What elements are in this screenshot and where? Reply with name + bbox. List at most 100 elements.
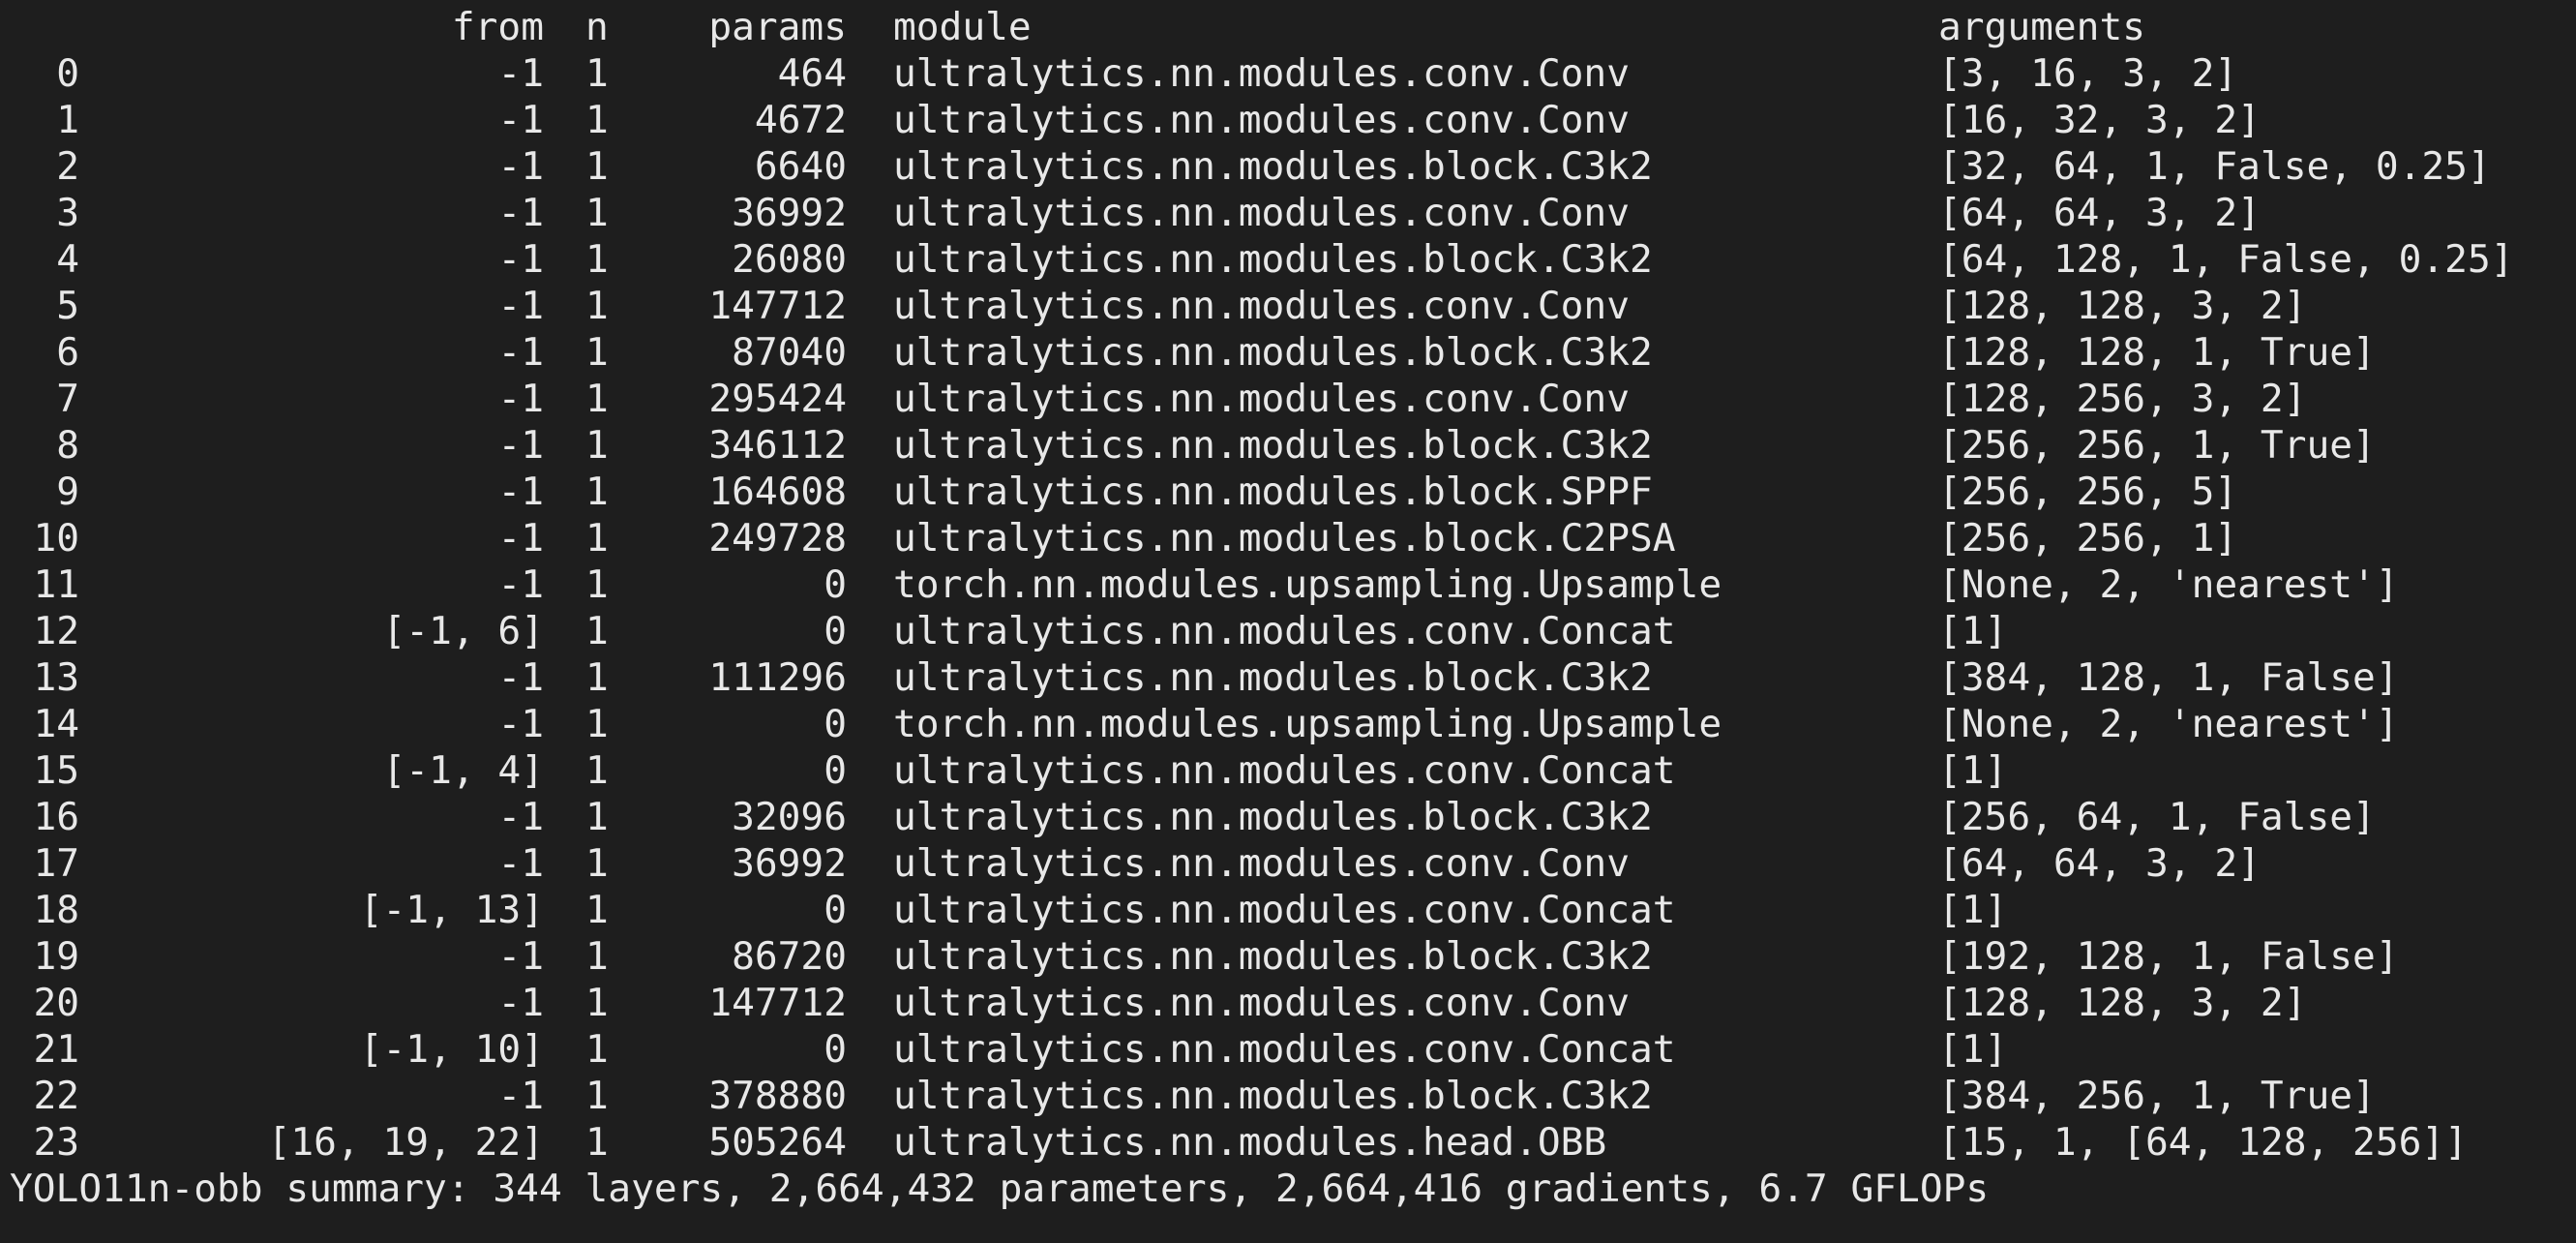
- table-row: 0 -1 1 464 ultralytics.nn.modules.conv.Conv […: [0, 50, 2576, 97]
- layer-index: 18: [33, 888, 79, 932]
- model-summary: YOLO11n-obb summary: 344 layers, 2,664,4…: [10, 1167, 1990, 1211]
- layer-module: ultralytics.nn.modules.conv.Concat: [893, 748, 1676, 793]
- layer-n: 1: [585, 516, 609, 561]
- layer-arguments: [128, 128, 1, True]: [1938, 330, 2376, 375]
- layer-params: 87040: [732, 330, 847, 375]
- layer-arguments: [64, 64, 3, 2]: [1938, 841, 2261, 886]
- layer-module: ultralytics.nn.modules.block.SPPF: [893, 470, 1653, 514]
- layer-from: -1: [497, 934, 544, 979]
- layer-from: -1: [497, 423, 544, 468]
- layer-module: ultralytics.nn.modules.block.C3k2: [893, 934, 1653, 979]
- table-row: 11 -1 1 0 torch.nn.modules.upsampling.Upsamp…: [0, 561, 2576, 608]
- layer-module: ultralytics.nn.modules.conv.Conv: [893, 51, 1630, 96]
- layer-index: 17: [33, 841, 79, 886]
- table-row: 12 [-1, 6] 1 0 ultralytics.nn.modules.conv.C…: [0, 608, 2576, 654]
- layer-module: ultralytics.nn.modules.conv.Concat: [893, 888, 1676, 932]
- layer-from: -1: [497, 144, 544, 189]
- layer-index: 0: [56, 51, 79, 96]
- layer-n: 1: [585, 795, 609, 839]
- table-row: 23 [16, 19, 22] 1 505264 ultralytics.nn.modu…: [0, 1119, 2576, 1166]
- layer-module: ultralytics.nn.modules.conv.Conv: [893, 377, 1630, 421]
- layer-arguments: [128, 128, 3, 2]: [1938, 981, 2307, 1025]
- layer-params: 36992: [732, 841, 847, 886]
- layer-params: 164608: [708, 470, 847, 514]
- layer-params: 36992: [732, 191, 847, 235]
- table-row: 5 -1 1 147712 ultralytics.nn.modules.conv.Co…: [0, 283, 2576, 329]
- layer-n: 1: [585, 702, 609, 746]
- layer-index: 16: [33, 795, 79, 839]
- layer-arguments: [None, 2, 'nearest']: [1938, 562, 2399, 607]
- layer-arguments: [128, 128, 3, 2]: [1938, 284, 2307, 328]
- terminal-output[interactable]: from n params module arguments 0 -1 1 464 ul…: [0, 0, 2576, 1243]
- table-row: 19 -1 1 86720 ultralytics.nn.modules.block.C…: [0, 933, 2576, 980]
- layer-index: 11: [33, 562, 79, 607]
- layer-params: 464: [777, 51, 847, 96]
- header-module: module: [893, 5, 1032, 49]
- table-row: 16 -1 1 32096 ultralytics.nn.modules.block.C…: [0, 794, 2576, 840]
- layer-arguments: [256, 256, 1, True]: [1938, 423, 2376, 468]
- table-row: 2 -1 1 6640 ultralytics.nn.modules.block.C3k…: [0, 143, 2576, 190]
- layer-arguments: [16, 32, 3, 2]: [1938, 98, 2261, 142]
- layer-from: -1: [497, 981, 544, 1025]
- layer-from: -1: [497, 51, 544, 96]
- layer-params: 295424: [708, 377, 847, 421]
- layer-params: 32096: [732, 795, 847, 839]
- layer-module: ultralytics.nn.modules.block.C3k2: [893, 144, 1653, 189]
- layer-params: 0: [824, 748, 847, 793]
- layer-params: 249728: [708, 516, 847, 561]
- table-row: 7 -1 1 295424 ultralytics.nn.modules.conv.Co…: [0, 376, 2576, 422]
- table-row: 8 -1 1 346112 ultralytics.nn.modules.block.C…: [0, 422, 2576, 469]
- layer-index: 3: [56, 191, 79, 235]
- layer-n: 1: [585, 655, 609, 700]
- layer-params: 0: [824, 702, 847, 746]
- layer-index: 15: [33, 748, 79, 793]
- layer-n: 1: [585, 51, 609, 96]
- layer-arguments: [1]: [1938, 609, 2008, 653]
- layer-from: [-1, 10]: [359, 1027, 544, 1072]
- layer-module: ultralytics.nn.modules.head.OBB: [893, 1120, 1607, 1165]
- layer-from: -1: [497, 191, 544, 235]
- layer-params: 6640: [754, 144, 847, 189]
- layer-index: 23: [33, 1120, 79, 1165]
- layer-arguments: [256, 256, 1]: [1938, 516, 2238, 561]
- table-row: 18 [-1, 13] 1 0 ultralytics.nn.modules.conv.…: [0, 887, 2576, 933]
- layer-from: -1: [497, 841, 544, 886]
- layer-index: 2: [56, 144, 79, 189]
- layer-params: 4672: [754, 98, 847, 142]
- layer-index: 10: [33, 516, 79, 561]
- layer-module: ultralytics.nn.modules.conv.Conv: [893, 98, 1630, 142]
- table-row: 4 -1 1 26080 ultralytics.nn.modules.block.C3…: [0, 236, 2576, 283]
- layer-module: ultralytics.nn.modules.conv.Concat: [893, 1027, 1676, 1072]
- table-row: 9 -1 1 164608 ultralytics.nn.modules.block.S…: [0, 469, 2576, 515]
- layer-arguments: [32, 64, 1, False, 0.25]: [1938, 144, 2491, 189]
- layer-from: -1: [497, 284, 544, 328]
- layer-params: 505264: [708, 1120, 847, 1165]
- layer-n: 1: [585, 284, 609, 328]
- layer-from: -1: [497, 470, 544, 514]
- layer-from: -1: [497, 655, 544, 700]
- layer-params: 0: [824, 562, 847, 607]
- layer-arguments: [256, 256, 5]: [1938, 470, 2238, 514]
- table-row: 14 -1 1 0 torch.nn.modules.upsampling.Upsamp…: [0, 701, 2576, 747]
- header-arguments: arguments: [1938, 5, 2146, 49]
- layer-n: 1: [585, 981, 609, 1025]
- table-row: 15 [-1, 4] 1 0 ultralytics.nn.modules.conv.C…: [0, 747, 2576, 794]
- layer-module: ultralytics.nn.modules.conv.Conv: [893, 284, 1630, 328]
- layer-params: 0: [824, 1027, 847, 1072]
- layer-n: 1: [585, 1120, 609, 1165]
- layer-from: -1: [497, 330, 544, 375]
- layer-params: 0: [824, 609, 847, 653]
- layer-from: -1: [497, 98, 544, 142]
- table-row: 13 -1 1 111296 ultralytics.nn.modules.block.…: [0, 654, 2576, 701]
- header-params: params: [708, 5, 847, 49]
- layer-from: -1: [497, 516, 544, 561]
- layer-module: ultralytics.nn.modules.conv.Conv: [893, 841, 1630, 886]
- header-n: n: [585, 5, 609, 49]
- layer-arguments: [1]: [1938, 888, 2008, 932]
- layer-index: 7: [56, 377, 79, 421]
- layer-index: 21: [33, 1027, 79, 1072]
- layer-from: -1: [497, 377, 544, 421]
- table-row: 22 -1 1 378880 ultralytics.nn.modules.block.…: [0, 1073, 2576, 1119]
- layer-module: ultralytics.nn.modules.conv.Conv: [893, 191, 1630, 235]
- layer-n: 1: [585, 98, 609, 142]
